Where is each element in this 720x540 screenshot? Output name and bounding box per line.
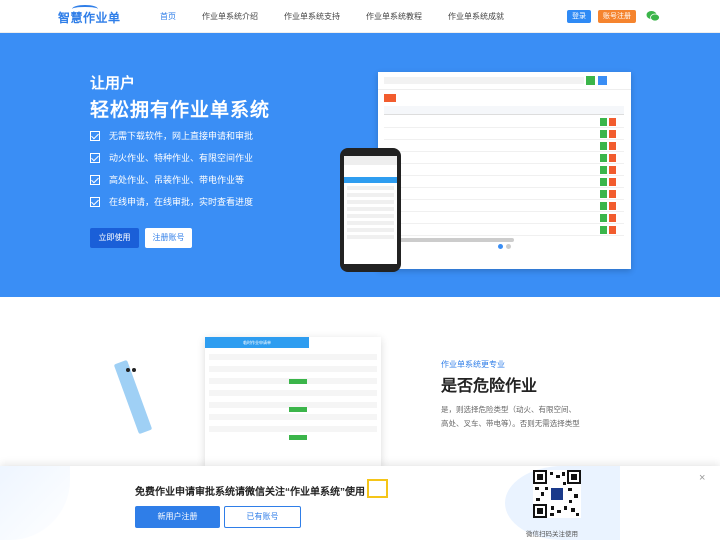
feature-text: 高处作业、吊装作业、带电作业等 — [109, 175, 245, 185]
register-account-button[interactable]: 注册账号 — [145, 228, 192, 248]
feature-text: 在线申请，在线审批，实时查看进度 — [109, 197, 254, 207]
phone-screenshot — [340, 148, 401, 272]
nav-achievements[interactable]: 作业单系统成就 — [448, 0, 504, 33]
new-user-register-button[interactable]: 新用户注册 — [135, 506, 220, 528]
hero-subtitle: 让用户 — [90, 75, 136, 92]
section-title: 是否危险作业 — [441, 378, 538, 395]
nav-home[interactable]: 首页 — [160, 0, 176, 33]
use-now-button[interactable]: 立即使用 — [90, 228, 139, 248]
section-description: 是，则选择危险类型（动火、有限空间、高处、叉车、带电等）。否则无需选择类型 — [441, 405, 580, 428]
has-account-button[interactable]: 已有账号 — [224, 506, 301, 528]
phone-screen — [344, 156, 397, 264]
checkbox-icon — [90, 152, 100, 163]
feature-text: 动火作业、特种作业、有限空间作业 — [109, 153, 254, 163]
feature-item: 无需下载软件，网上直接申请和审批 — [90, 129, 253, 142]
close-icon[interactable]: × — [699, 472, 705, 484]
highlight-box — [367, 479, 388, 498]
hero-title: 轻松拥有作业单系统 — [90, 100, 271, 121]
bottom-banner: 免费作业申请审批系统请微信关注“作业单系统”使用 新用户注册 已有账号 微信扫码… — [0, 466, 720, 540]
wechat-icon[interactable] — [646, 10, 660, 22]
desktop-screenshot — [378, 72, 631, 269]
checkbox-icon — [90, 130, 100, 141]
checkbox-icon — [90, 174, 100, 185]
top-header: 智慧作业单 首页 作业单系统介绍 作业单系统支持 作业单系统教程 作业单系统成就… — [0, 0, 720, 33]
feature-text: 无需下载软件，网上直接申请和审批 — [109, 131, 254, 141]
banner-text: 免费作业申请审批系统请微信关注“作业单系统”使用 — [135, 487, 365, 498]
screenshot-add-icon — [384, 94, 396, 102]
nav-support[interactable]: 作业单系统支持 — [284, 0, 340, 33]
nav-intro[interactable]: 作业单系统介绍 — [202, 0, 258, 33]
checkbox-icon — [90, 196, 100, 207]
login-button[interactable]: 登录 — [567, 10, 591, 23]
nav-tutorial[interactable]: 作业单系统教程 — [366, 0, 422, 33]
section-subtitle: 作业单系统更专业 — [441, 360, 505, 369]
feature-item: 动火作业、特种作业、有限空间作业 — [90, 151, 253, 164]
form-preview: 临时作业申请单 — [205, 337, 381, 467]
feature-item: 高处作业、吊装作业、带电作业等 — [90, 173, 244, 186]
logo[interactable]: 智慧作业单 — [58, 5, 121, 26]
screenshot-table-head — [384, 106, 624, 115]
account-register-button[interactable]: 账号注册 — [598, 10, 636, 23]
main-nav: 首页 作业单系统介绍 作业单系统支持 作业单系统教程 作业单系统成就 — [160, 0, 530, 33]
screenshot-toolbar — [378, 72, 631, 90]
logo-arc-icon — [72, 5, 98, 13]
mascot-eyes — [126, 359, 138, 372]
qr-code-icon — [533, 470, 581, 518]
feature-item: 在线申请，在线审批，实时查看进度 — [90, 195, 253, 208]
form-preview-header: 临时作业申请单 — [205, 337, 309, 348]
qr-caption: 微信扫码关注使用 — [526, 531, 578, 538]
banner-decoration — [0, 466, 70, 540]
